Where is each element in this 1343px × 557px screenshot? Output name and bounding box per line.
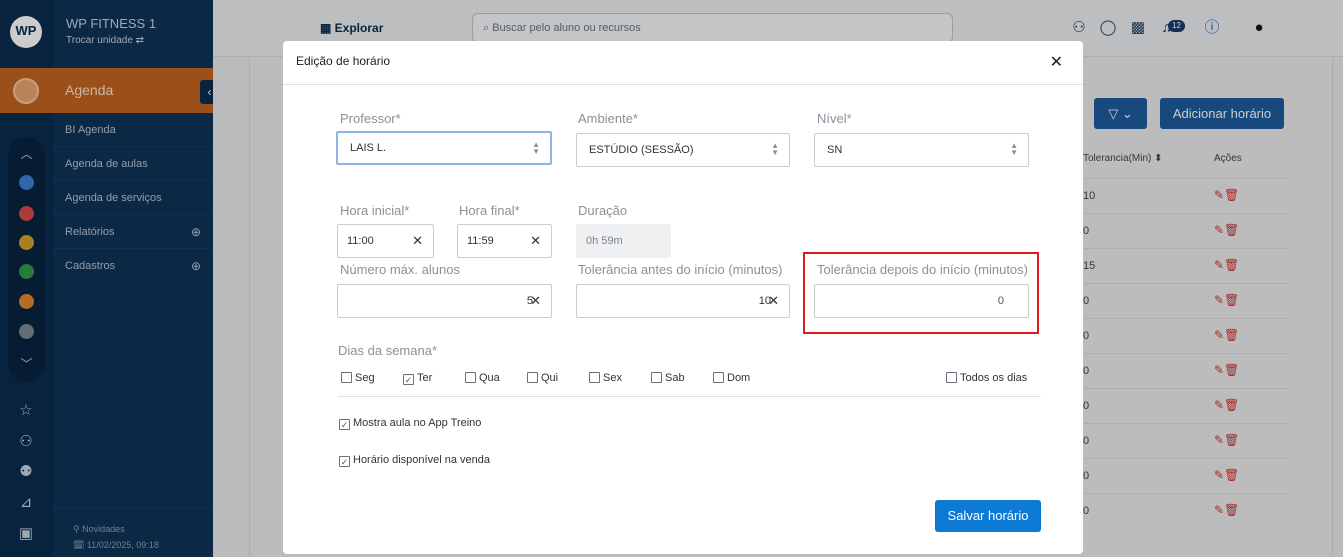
select-arrows-icon: ▲ ▼ bbox=[532, 140, 540, 156]
professor-select[interactable]: LAIS L. ▲ ▼ bbox=[336, 131, 552, 165]
modal-header: Edição de horário ✕ bbox=[283, 41, 1083, 85]
professor-label: Professor* bbox=[340, 111, 401, 126]
ambiente-label: Ambiente* bbox=[578, 111, 638, 126]
day-checkbox-qui[interactable]: Qui bbox=[527, 372, 558, 385]
tol-depois-input[interactable]: 0 bbox=[814, 284, 1029, 318]
ambiente-select[interactable]: ESTÚDIO (SESSÃO) ▲ ▼ bbox=[576, 133, 790, 167]
checkbox-box: ✓ bbox=[339, 419, 350, 430]
checkbox-box bbox=[946, 372, 957, 383]
divider bbox=[338, 396, 1041, 397]
modal-title: Edição de horário bbox=[296, 54, 391, 68]
checkbox-box bbox=[589, 372, 600, 383]
day-checkbox-sex[interactable]: Sex bbox=[589, 372, 622, 385]
clear-icon[interactable]: ✕ bbox=[768, 285, 779, 317]
duracao-label: Duração bbox=[578, 203, 628, 218]
day-checkbox-seg[interactable]: Seg bbox=[341, 372, 375, 385]
edit-schedule-modal: Edição de horário ✕ Professor* LAIS L. ▲… bbox=[283, 41, 1083, 554]
mostra-app-checkbox[interactable]: ✓ Mostra aula no App Treino bbox=[339, 417, 481, 430]
day-checkbox-sab[interactable]: Sab bbox=[651, 372, 685, 385]
max-alunos-label: Número máx. alunos bbox=[340, 262, 460, 277]
disponivel-venda-checkbox[interactable]: ✓ Horário disponível na venda bbox=[339, 454, 490, 467]
nivel-label: Nível* bbox=[817, 111, 852, 126]
checkbox-box bbox=[713, 372, 724, 383]
tol-antes-input[interactable]: 10 ✕ bbox=[576, 284, 790, 318]
checkbox-box bbox=[465, 372, 476, 383]
hora-final-input[interactable]: 11:59 ✕ bbox=[457, 224, 552, 258]
save-schedule-button[interactable]: Salvar horário bbox=[935, 500, 1041, 532]
hora-inicial-input[interactable]: 11:00 ✕ bbox=[337, 224, 434, 258]
nivel-select[interactable]: SN ▲ ▼ bbox=[814, 133, 1029, 167]
tol-antes-label: Tolerância antes do início (minutos) bbox=[578, 262, 783, 277]
tol-depois-label: Tolerância depois do início (minutos) bbox=[817, 262, 1028, 277]
clear-icon[interactable]: ✕ bbox=[530, 285, 541, 317]
day-checkbox-dom[interactable]: Dom bbox=[713, 372, 750, 385]
checkbox-box: ✓ bbox=[339, 456, 350, 467]
select-arrows-icon: ▲ ▼ bbox=[1010, 141, 1018, 157]
checkbox-box: ✓ bbox=[403, 374, 414, 385]
hora-inicial-label: Hora inicial* bbox=[340, 203, 410, 218]
max-alunos-input[interactable]: 5 ✕ bbox=[337, 284, 552, 318]
duracao-field: 0h 59m bbox=[576, 224, 671, 258]
checkbox-box bbox=[651, 372, 662, 383]
close-icon[interactable]: ✕ bbox=[1050, 55, 1063, 71]
day-checkbox-qua[interactable]: Qua bbox=[465, 372, 500, 385]
todos-dias-checkbox[interactable]: Todos os dias bbox=[946, 372, 1027, 385]
clear-icon[interactable]: ✕ bbox=[530, 225, 541, 257]
dias-semana-label: Dias da semana* bbox=[338, 343, 437, 358]
select-arrows-icon: ▲ ▼ bbox=[771, 141, 779, 157]
hora-final-label: Hora final* bbox=[459, 203, 520, 218]
checkbox-box bbox=[527, 372, 538, 383]
day-checkbox-ter[interactable]: ✓ Ter bbox=[403, 372, 432, 385]
checkbox-box bbox=[341, 372, 352, 383]
clear-icon[interactable]: ✕ bbox=[412, 225, 423, 257]
